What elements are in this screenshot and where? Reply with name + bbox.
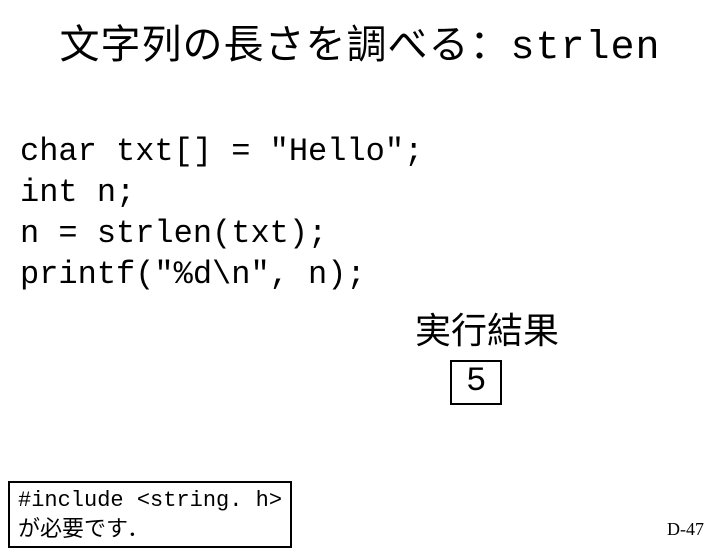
code-line-4: printf("%d\n", n); [20,256,366,293]
code-block: char txt[] = "Hello"; int n; n = strlen(… [20,91,720,296]
include-note-text: が必要です． [18,516,149,541]
code-line-3: n = strlen(txt); [20,215,327,252]
code-line-2: int n; [20,174,135,211]
include-directive: #include <string. h> [18,488,282,513]
code-line-1: char txt[] = "Hello"; [20,133,423,170]
title-text: 文字列の長さを調べる： [59,23,510,67]
include-note: #include <string. h> が必要です． [8,481,292,548]
slide-title: 文字列の長さを調べる：strlen [0,12,720,71]
result-output: 5 [450,360,502,405]
title-function-name: strlen [510,26,660,71]
result-label: 実行結果 [415,302,559,354]
page-number: D-47 [667,519,704,540]
